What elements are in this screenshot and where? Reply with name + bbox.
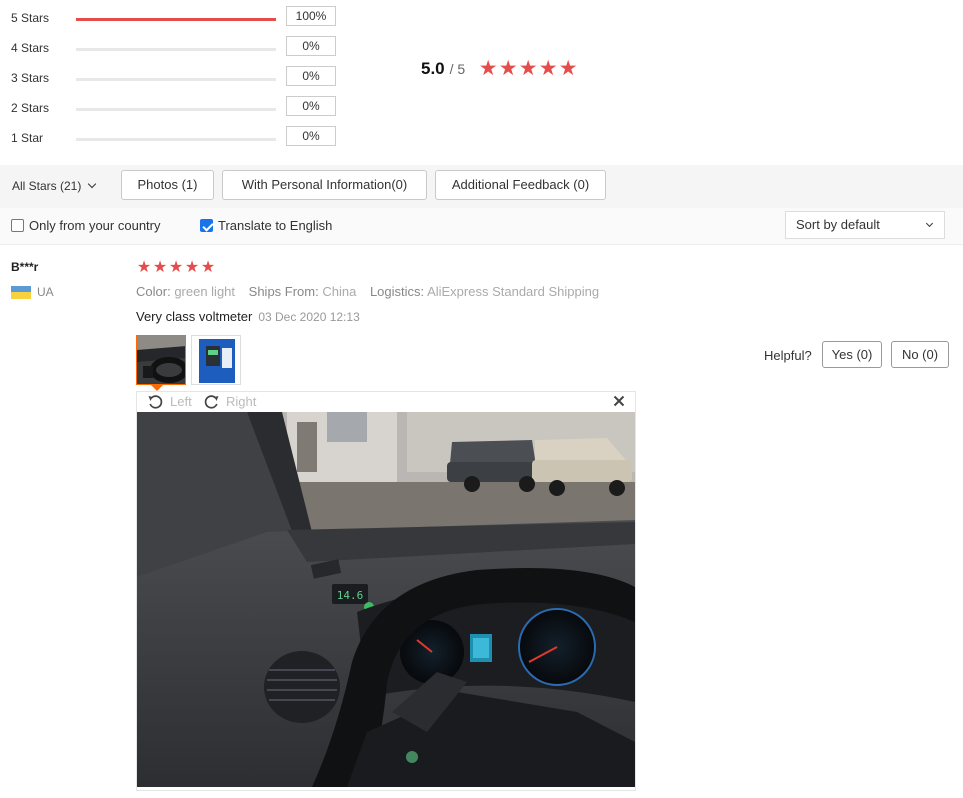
rating-percent: 0% xyxy=(286,66,336,86)
rating-label: 4 Stars xyxy=(11,41,50,55)
voltmeter-thumbnail-image xyxy=(192,336,240,384)
star-icon: ★ xyxy=(558,57,578,80)
rotate-right-icon xyxy=(204,395,219,409)
rating-row-2[interactable]: 2 Stars 0% xyxy=(11,96,341,116)
voltmeter-reading: 14.6 xyxy=(337,589,364,602)
rating-label: 3 Stars xyxy=(11,71,50,85)
close-icon[interactable] xyxy=(613,395,625,407)
checkbox-box[interactable] xyxy=(200,219,213,232)
additional-feedback-filter-button[interactable]: Additional Feedback (0) xyxy=(435,170,606,200)
rating-bar xyxy=(76,48,276,51)
logistics-value: AliExpress Standard Shipping xyxy=(427,284,600,299)
overall-stars: ★ ★ ★ ★ ★ xyxy=(478,58,578,79)
filter-bar: All Stars (21) Photos (1) With Personal … xyxy=(0,165,963,208)
only-country-checkbox[interactable]: Only from your country xyxy=(11,218,161,233)
sort-select[interactable]: Sort by default xyxy=(785,211,945,239)
star-icon: ★ xyxy=(498,57,518,80)
star-icon: ★ xyxy=(168,259,184,276)
rating-percent: 0% xyxy=(286,126,336,146)
rotate-right-label: Right xyxy=(226,394,257,409)
review-stars: ★ ★ ★ ★ ★ xyxy=(136,260,216,276)
rating-bar-fill xyxy=(76,18,276,21)
reviewer-name: B***r xyxy=(11,260,39,274)
rating-percent: 0% xyxy=(286,96,336,116)
photo-viewer: Left Right 14.6 xyxy=(136,391,636,791)
rotate-right-button[interactable]: Right xyxy=(203,393,256,410)
review-photo-large: 14.6 xyxy=(137,412,635,787)
dashboard-thumbnail-image xyxy=(137,336,185,384)
star-icon: ★ xyxy=(478,57,498,80)
personal-info-filter-button[interactable]: With Personal Information(0) xyxy=(222,170,427,200)
rating-percent: 0% xyxy=(286,36,336,56)
rotate-left-button[interactable]: Left xyxy=(147,393,192,410)
chevron-down-icon xyxy=(925,219,934,228)
review-date: 03 Dec 2020 12:13 xyxy=(258,310,360,324)
rating-row-1[interactable]: 1 Star 0% xyxy=(11,126,341,146)
rating-percent: 100% xyxy=(286,6,336,26)
star-icon: ★ xyxy=(538,57,558,80)
review-photo-thumbnail-2[interactable] xyxy=(191,335,241,385)
rating-label: 5 Stars xyxy=(11,11,50,25)
flag-ukraine-icon xyxy=(11,285,31,299)
review-photo-thumbnail-1[interactable] xyxy=(136,335,186,385)
ships-from-value: China xyxy=(322,284,357,299)
helpful-yes-button[interactable]: Yes (0) xyxy=(822,341,882,368)
rating-bar xyxy=(76,108,276,111)
all-stars-label: All Stars (21) xyxy=(12,179,82,193)
translate-label: Translate to English xyxy=(218,218,333,233)
country-code: UA xyxy=(37,285,54,299)
rating-label: 1 Star xyxy=(11,131,44,145)
review-content: Very class voltmeter 03 Dec 2020 12:13 xyxy=(136,309,360,324)
color-value: green light xyxy=(174,284,236,299)
rating-row-4[interactable]: 4 Stars 0% xyxy=(11,36,341,56)
review-attributes: Color: green light Ships From: China Log… xyxy=(136,284,609,299)
translate-checkbox[interactable]: Translate to English xyxy=(200,218,332,233)
overall-rating: 5.0 / 5 ★ ★ ★ ★ ★ xyxy=(421,58,578,79)
rating-bar xyxy=(76,78,276,81)
option-bar: Only from your country Translate to Engl… xyxy=(0,208,963,245)
review-text: Very class voltmeter xyxy=(136,309,253,324)
overall-out-of: / 5 xyxy=(449,60,466,77)
checkbox-box[interactable] xyxy=(11,219,24,232)
helpful-label: Helpful? xyxy=(764,348,812,363)
only-country-label: Only from your country xyxy=(29,218,161,233)
star-icon: ★ xyxy=(200,259,216,276)
star-icon: ★ xyxy=(136,259,152,276)
star-icon: ★ xyxy=(152,259,168,276)
rating-label: 2 Stars xyxy=(11,101,50,115)
rating-bar xyxy=(76,18,276,21)
overall-score: 5.0 xyxy=(421,58,445,78)
rating-bar xyxy=(76,138,276,141)
photo-viewer-toolbar: Left Right xyxy=(137,392,635,412)
logistics-label: Logistics: xyxy=(369,284,425,299)
ships-from-label: Ships From: xyxy=(248,284,319,299)
car-dashboard-photo: 14.6 xyxy=(137,412,635,787)
star-icon: ★ xyxy=(518,57,538,80)
sort-label: Sort by default xyxy=(796,217,880,232)
rotate-left-icon xyxy=(148,395,163,409)
photos-filter-button[interactable]: Photos (1) xyxy=(121,170,214,200)
rating-row-3[interactable]: 3 Stars 0% xyxy=(11,66,341,86)
chevron-down-icon xyxy=(88,179,97,189)
rotate-left-label: Left xyxy=(170,394,192,409)
color-label: Color: xyxy=(136,284,171,299)
helpful-no-button[interactable]: No (0) xyxy=(891,341,949,368)
star-icon: ★ xyxy=(184,259,200,276)
all-stars-dropdown[interactable]: All Stars (21) xyxy=(12,179,97,193)
rating-row-5[interactable]: 5 Stars 100% xyxy=(11,6,341,26)
reviewer-country: UA xyxy=(11,285,54,299)
